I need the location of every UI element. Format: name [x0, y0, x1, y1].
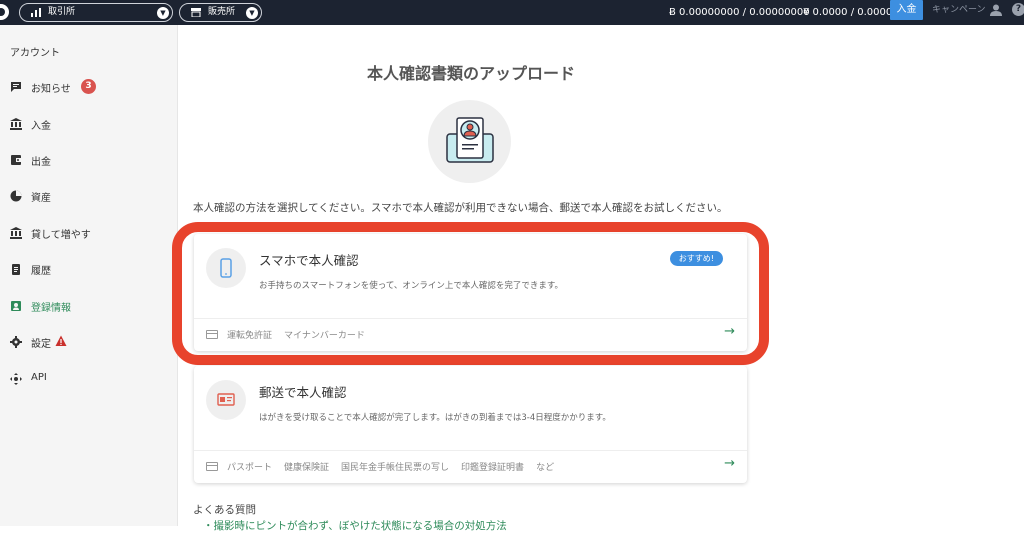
pie-chart-icon	[10, 190, 22, 202]
sidebar-title: アカウント	[10, 48, 60, 59]
sidebar-item-label: 資産	[31, 193, 51, 204]
smartphone-icon	[220, 258, 232, 278]
option-description: お手持ちのスマートフォンを使って、オンライン上で本人確認を完了できます。	[259, 281, 564, 291]
document-item: 運転免許証	[227, 331, 273, 341]
sidebar-item-settings[interactable]: 設定	[0, 331, 178, 353]
smartphone-verification-option[interactable]: スマホで本人確認 おすすめ! お手持ちのスマートフォンを使って、オンライン上で本…	[194, 234, 747, 351]
sidebar-item-registration-info[interactable]: 登録情報	[0, 295, 178, 317]
chevron-down-icon: ▼	[157, 7, 169, 19]
page-title: 本人確認書類のアップロード	[367, 64, 576, 83]
sidebar-item-label: API	[31, 372, 47, 383]
sidebar-item-label: 設定	[31, 339, 51, 350]
exchange-label: 取引所	[48, 7, 76, 17]
wallet-icon	[11, 155, 21, 165]
clipboard-icon	[12, 264, 20, 275]
credit-card-icon	[206, 330, 218, 339]
document-item: パスポート	[227, 463, 273, 473]
credit-card-icon	[206, 462, 218, 471]
document-item: マイナンバーカード	[284, 331, 365, 341]
message-icon	[11, 82, 21, 92]
arrow-right-icon[interactable]: →	[724, 324, 735, 339]
exchange-selector[interactable]: 取引所 ▼	[19, 3, 173, 22]
postcard-icon	[217, 393, 235, 406]
chevron-down-icon: ▼	[246, 7, 258, 19]
document-item: など	[536, 463, 555, 473]
logo-icon[interactable]	[0, 4, 9, 20]
bank-icon	[10, 118, 22, 130]
arrow-right-icon[interactable]: →	[724, 456, 735, 471]
option-icon-circle	[206, 380, 246, 420]
instructions-text: 本人確認の方法を選択してください。スマホで本人確認が利用できない場合、郵送で本人…	[193, 202, 728, 214]
warning-icon	[55, 335, 67, 346]
sidebar-item-label: 入金	[31, 121, 51, 132]
divider	[194, 450, 747, 451]
id-card-icon	[11, 301, 21, 311]
bank-icon	[10, 227, 22, 239]
sidebar-item-label: 登録情報	[31, 303, 71, 314]
bar-chart-icon	[31, 8, 41, 17]
document-item: 印鑑登録証明書	[461, 463, 525, 473]
notification-count-badge: 3	[81, 79, 96, 94]
recommended-badge: おすすめ!	[669, 251, 723, 266]
jpy-balance: ¥ 0.0000 / 0.0000	[803, 7, 893, 18]
btc-balance: Ƀ 0.00000000 / 0.00000000	[669, 7, 810, 18]
shop-selector[interactable]: 販売所 ▼	[179, 3, 262, 22]
gear-icon	[10, 336, 22, 348]
sidebar-item-history[interactable]: 履歴	[0, 258, 178, 280]
deposit-button[interactable]: 入金	[890, 0, 923, 20]
sidebar: アカウント お知らせ 3 入金 出金 資産 貸して増やす 履歴 登録情報 設定 …	[0, 25, 178, 526]
sidebar-item-notifications[interactable]: お知らせ 3	[0, 76, 178, 98]
option-title: スマホで本人確認	[259, 253, 359, 268]
option-description: はがきを受け取ることで本人確認が完了します。はがきの到着までは3-4日程度かかり…	[259, 413, 611, 423]
option-icon-circle	[206, 248, 246, 288]
sidebar-item-label: 貸して増やす	[31, 230, 91, 241]
option-title: 郵送で本人確認	[259, 385, 347, 400]
accepted-documents: パスポート 健康保険証 国民年金手帳住民票の写し 印鑑登録証明書 など	[206, 460, 566, 473]
id-document-icon	[446, 117, 494, 163]
user-icon[interactable]	[990, 4, 1002, 16]
api-icon	[10, 373, 22, 385]
store-icon	[191, 8, 201, 17]
sidebar-item-lending[interactable]: 貸して増やす	[0, 222, 178, 244]
sidebar-item-assets[interactable]: 資産	[0, 185, 178, 207]
accepted-documents: 運転免許証 マイナンバーカード	[206, 328, 377, 341]
top-navigation-bar: 取引所 ▼ 販売所 ▼ Ƀ 0.00000000 / 0.00000000 ¥ …	[0, 0, 1024, 25]
divider	[194, 318, 747, 319]
shop-label: 販売所	[208, 7, 236, 17]
sidebar-item-api[interactable]: API	[0, 368, 178, 390]
sidebar-item-deposit[interactable]: 入金	[0, 113, 178, 135]
document-item: 健康保険証	[284, 463, 330, 473]
campaign-link[interactable]: キャンペーン	[932, 0, 986, 20]
sidebar-item-label: 履歴	[31, 266, 51, 277]
id-document-illustration	[428, 100, 511, 183]
sidebar-item-withdraw[interactable]: 出金	[0, 149, 178, 171]
sidebar-item-label: お知らせ	[31, 84, 71, 95]
faq-heading: よくある質問	[193, 504, 256, 516]
help-icon[interactable]: ?	[1012, 3, 1024, 16]
sidebar-item-label: 出金	[31, 157, 51, 168]
document-item: 国民年金手帳住民票の写し	[341, 463, 450, 473]
mail-verification-option[interactable]: 郵送で本人確認 はがきを受け取ることで本人確認が完了します。はがきの到着までは3…	[194, 366, 747, 483]
